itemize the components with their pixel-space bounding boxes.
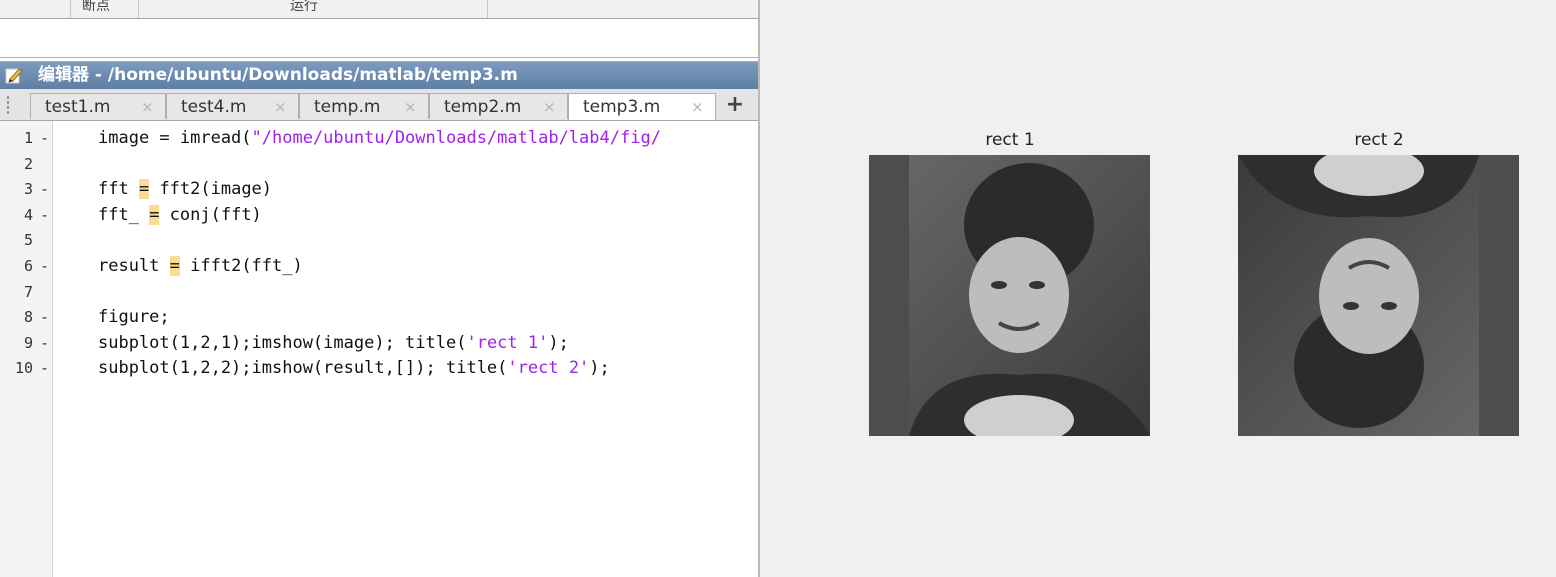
tab-test1-m[interactable]: test1.m × xyxy=(30,93,166,119)
code-text[interactable]: fft_ = conj(fft) xyxy=(98,204,262,226)
code-area[interactable]: 1- image = imread("/home/ubuntu/Downloads… xyxy=(0,121,758,577)
line-number: 5 xyxy=(23,231,33,250)
editor-title: 编辑器 - /home/ubuntu/Downloads/matlab/temp… xyxy=(38,65,518,85)
code-token: ifft2(fft_) xyxy=(179,256,303,276)
tab-temp3-m[interactable]: temp3.m × xyxy=(568,93,716,120)
toolstrip-separator xyxy=(487,0,488,18)
executable-line-marker[interactable]: - xyxy=(40,255,49,277)
close-icon[interactable]: × xyxy=(274,98,287,116)
tab-temp2-m[interactable]: temp2.m × xyxy=(429,93,568,119)
code-line[interactable]: 8- figure; xyxy=(0,306,758,332)
toolstrip-gap xyxy=(0,19,758,58)
tab-grip-handle[interactable] xyxy=(6,95,10,115)
close-icon[interactable]: × xyxy=(691,98,704,116)
code-token: ); xyxy=(548,332,569,353)
code-text[interactable]: figure; xyxy=(98,306,170,328)
toolstrip-separator xyxy=(138,0,139,18)
line-number: 2 xyxy=(23,154,33,173)
code-token: result xyxy=(98,256,170,276)
toolstrip-separator xyxy=(70,0,71,18)
executable-line-marker[interactable]: - xyxy=(40,178,49,200)
figure-window: rect 1 rect 2 xyxy=(760,0,1556,577)
line-number: 6 xyxy=(23,257,33,275)
code-line[interactable]: 7 xyxy=(0,281,758,307)
line-number: 7 xyxy=(23,282,33,301)
tab-label: test1.m xyxy=(45,97,111,117)
line-number: 8 xyxy=(23,308,33,327)
tab-label: temp2.m xyxy=(444,97,522,117)
axes-1-title: rect 1 xyxy=(985,130,1035,150)
highlighted-token: = xyxy=(138,179,150,200)
code-line[interactable]: 9- subplot(1,2,1);imshow(image); title('r… xyxy=(0,332,758,358)
tab-label: temp3.m xyxy=(583,97,661,117)
string-literal: "/home/ubuntu/Downloads/matlab/lab4/fig/ xyxy=(251,128,661,148)
string-literal: 'rect 2' xyxy=(507,358,590,379)
close-icon[interactable]: × xyxy=(543,98,556,116)
toolstrip-section-breakpoints[interactable]: 断点 xyxy=(82,0,110,15)
code-token: subplot(1,2,1);imshow(image); title( xyxy=(98,332,467,353)
code-token: fft2(image) xyxy=(149,179,273,200)
line-number: 10 xyxy=(14,359,33,378)
highlighted-token: = xyxy=(169,256,180,276)
tab-test4-m[interactable]: test4.m × xyxy=(166,93,299,119)
code-token: figure; xyxy=(98,307,170,328)
axes-2-title: rect 2 xyxy=(1354,130,1404,150)
executable-line-marker[interactable]: - xyxy=(40,357,49,379)
editor-tabbar: test1.m × test4.m × temp.m × temp2.m × temp3.m × … xyxy=(0,89,758,121)
code-line[interactable]: 5 xyxy=(0,229,758,255)
editor-pane: 断点 运行 编辑器 - /home/ubuntu/Downloads/matla… xyxy=(0,0,760,577)
close-icon[interactable]: × xyxy=(404,98,417,116)
code-token: image = imread( xyxy=(98,128,252,148)
toolstrip-section-run[interactable]: 运行 xyxy=(290,0,318,15)
toolstrip: 断点 运行 xyxy=(0,0,758,19)
portrait-image-rect2 xyxy=(1238,155,1519,436)
code-text[interactable]: fft = fft2(image) xyxy=(98,178,272,200)
edit-icon xyxy=(5,68,23,84)
portrait-image-rect1 xyxy=(869,155,1150,436)
close-icon[interactable]: × xyxy=(141,98,154,116)
tab-label: test4.m xyxy=(181,97,247,117)
code-line[interactable]: 1- image = imread("/home/ubuntu/Downloads… xyxy=(0,127,758,153)
editor-titlebar[interactable]: 编辑器 - /home/ubuntu/Downloads/matlab/temp… xyxy=(0,61,758,89)
executable-line-marker[interactable]: - xyxy=(40,332,49,354)
tab-label: temp.m xyxy=(314,97,381,117)
code-token: ); xyxy=(589,358,610,379)
highlighted-token: = xyxy=(149,204,160,225)
code-text[interactable]: subplot(1,2,2);imshow(result,[]); title(… xyxy=(98,357,610,379)
code-line[interactable]: 2 xyxy=(0,153,758,179)
line-number: 3 xyxy=(23,180,33,199)
code-token: conj(fft) xyxy=(159,204,262,225)
line-number: 1 xyxy=(23,129,33,147)
code-text[interactable]: image = imread("/home/ubuntu/Downloads/m… xyxy=(98,127,661,149)
tab-temp-m[interactable]: temp.m × xyxy=(299,93,429,119)
code-line[interactable]: 4- fft_ = conj(fft) xyxy=(0,204,758,230)
code-token: fft_ xyxy=(98,204,150,225)
code-token: subplot(1,2,2);imshow(result,[]); title( xyxy=(98,358,508,379)
add-tab-button[interactable]: + xyxy=(720,91,750,118)
code-line[interactable]: 10- subplot(1,2,2);imshow(result,[]); tit… xyxy=(0,357,758,383)
code-token: fft xyxy=(98,179,139,200)
executable-line-marker[interactable]: - xyxy=(40,204,49,226)
code-text[interactable]: subplot(1,2,1);imshow(image); title('rec… xyxy=(98,332,569,354)
line-number: 9 xyxy=(23,333,33,352)
executable-line-marker[interactable]: - xyxy=(40,127,49,149)
code-line[interactable]: 6- result = ifft2(fft_) xyxy=(0,255,758,281)
string-literal: 'rect 1' xyxy=(466,332,549,353)
line-number: 4 xyxy=(23,205,33,224)
executable-line-marker[interactable]: - xyxy=(40,306,49,328)
code-text[interactable]: result = ifft2(fft_) xyxy=(98,255,303,277)
code-line[interactable]: 3- fft = fft2(image) xyxy=(0,178,758,204)
